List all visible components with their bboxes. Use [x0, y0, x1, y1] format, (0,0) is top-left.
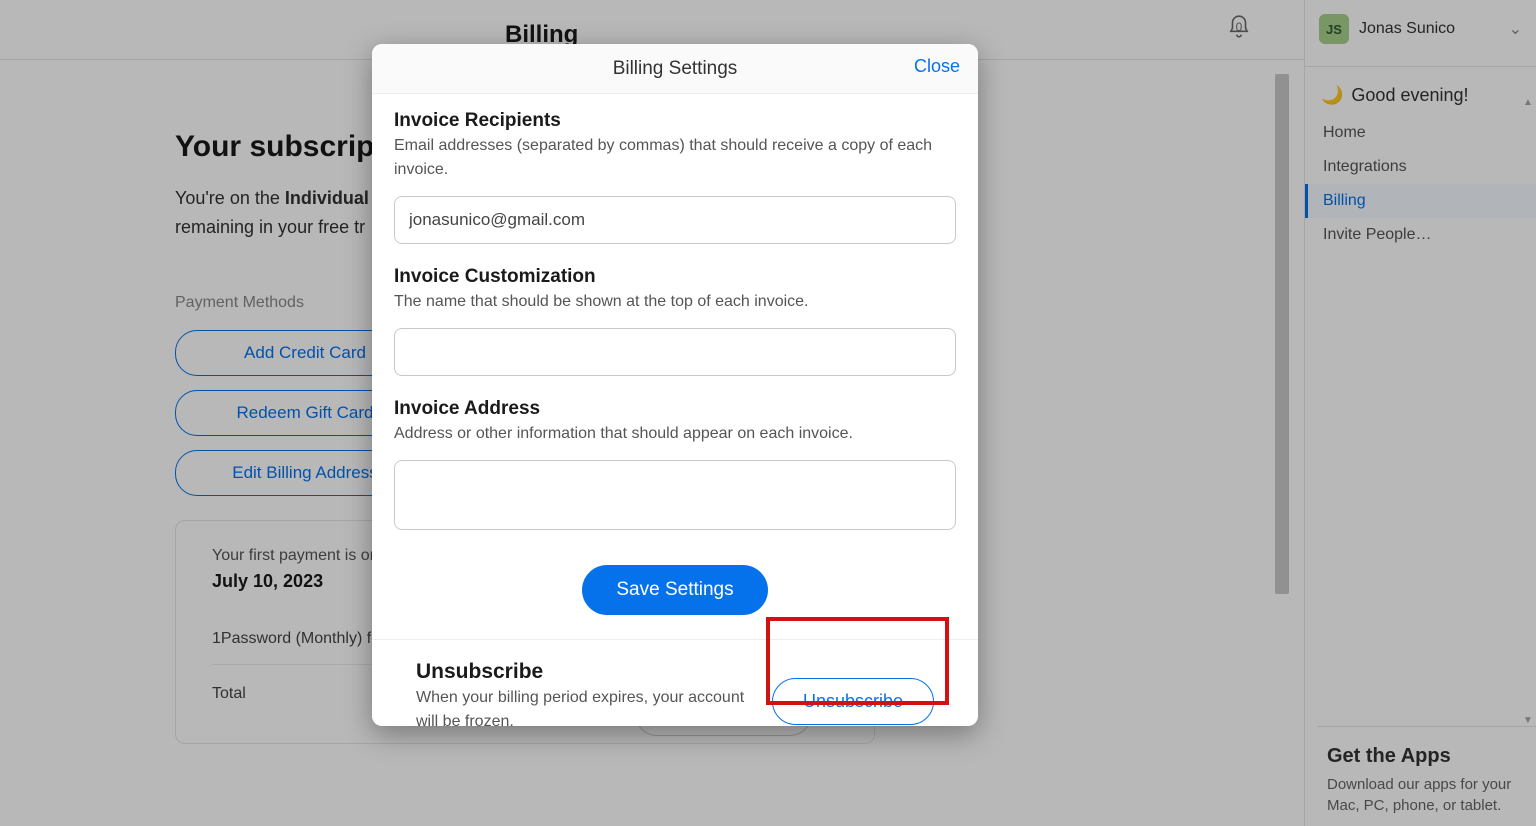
- invoice-customization-section: Invoice Customization The name that shou…: [394, 266, 956, 376]
- modal-header: Billing Settings Close: [372, 44, 978, 94]
- unsubscribe-sub: When your billing period expires, your a…: [416, 686, 754, 726]
- unsubscribe-section: Unsubscribe When your billing period exp…: [372, 640, 978, 726]
- invoice-address-input[interactable]: [394, 460, 956, 530]
- invoice-customization-heading: Invoice Customization: [394, 266, 956, 288]
- unsubscribe-text: Unsubscribe When your billing period exp…: [394, 660, 754, 726]
- billing-settings-modal: Billing Settings Close Invoice Recipient…: [372, 44, 978, 726]
- invoice-address-sub: Address or other information that should…: [394, 422, 956, 446]
- close-button[interactable]: Close: [914, 56, 960, 77]
- invoice-customization-sub: The name that should be shown at the top…: [394, 290, 956, 314]
- modal-body[interactable]: Invoice Recipients Email addresses (sepa…: [372, 94, 978, 726]
- unsubscribe-heading: Unsubscribe: [416, 660, 754, 684]
- invoice-recipients-section: Invoice Recipients Email addresses (sepa…: [394, 110, 956, 244]
- save-settings-button[interactable]: Save Settings: [582, 565, 767, 615]
- invoice-recipients-input[interactable]: [394, 196, 956, 244]
- invoice-recipients-heading: Invoice Recipients: [394, 110, 956, 132]
- invoice-customization-input[interactable]: [394, 328, 956, 376]
- invoice-recipients-sub: Email addresses (separated by commas) th…: [394, 134, 956, 182]
- invoice-address-section: Invoice Address Address or other informa…: [394, 398, 956, 535]
- save-row: Save Settings: [394, 557, 956, 639]
- scroll-up-icon: ▲: [1522, 96, 1534, 108]
- invoice-address-heading: Invoice Address: [394, 398, 956, 420]
- scroll-down-icon: ▼: [1522, 714, 1534, 726]
- unsubscribe-button[interactable]: Unsubscribe: [772, 678, 934, 725]
- modal-title: Billing Settings: [613, 58, 738, 80]
